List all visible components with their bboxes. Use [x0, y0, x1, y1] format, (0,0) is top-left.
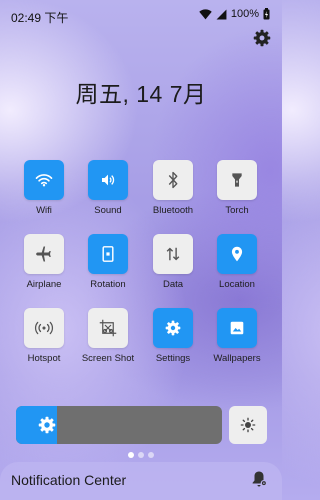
status-icons: 100% [199, 8, 270, 20]
location-toggle-button[interactable] [217, 234, 257, 274]
rotation-icon [102, 246, 114, 262]
screenshot-button[interactable] [88, 308, 128, 348]
tile-label: Wallpapers [213, 353, 261, 364]
tile-rotation[interactable]: Rotation [76, 234, 140, 290]
hotspot-icon [34, 321, 54, 335]
screenshot-icon [99, 319, 117, 337]
gear-icon [253, 29, 271, 47]
tile-label: Screen Shot [81, 353, 135, 364]
tile-label: Sound [94, 205, 122, 216]
tile-label: Bluetooth [152, 205, 194, 216]
wallpaper-icon [230, 321, 244, 335]
data-toggle-button[interactable] [153, 234, 193, 274]
airplane-icon [36, 246, 51, 262]
settings-button[interactable] [153, 308, 193, 348]
hotspot-toggle-button[interactable] [24, 308, 64, 348]
tile-data[interactable]: Data [141, 234, 205, 290]
tile-label: Settings [155, 353, 191, 364]
wifi-icon [199, 8, 212, 20]
flashlight-icon [232, 173, 242, 187]
tile-label: Rotation [90, 279, 126, 290]
brightness-icon [38, 416, 56, 434]
volume-icon [102, 174, 115, 186]
notification-settings-icon[interactable] [250, 470, 268, 488]
tile-bluetooth[interactable]: Bluetooth [141, 160, 205, 216]
tile-torch[interactable]: Torch [205, 160, 269, 216]
tile-label: Hotspot [27, 353, 61, 364]
page-dot[interactable] [128, 452, 134, 458]
data-arrows-icon [166, 247, 180, 261]
tile-airplane[interactable]: Airplane [12, 234, 76, 290]
signal-icon [216, 9, 227, 20]
date-text: 周五, 14 7月 [75, 81, 207, 107]
torch-toggle-button[interactable] [217, 160, 257, 200]
wifi-icon [35, 174, 53, 187]
tile-screenshot[interactable]: Screen Shot [76, 308, 140, 364]
page-dot[interactable] [148, 452, 154, 458]
page-dot[interactable] [138, 452, 144, 458]
brightness-slider[interactable] [16, 406, 222, 444]
tile-settings[interactable]: Settings [141, 308, 205, 364]
page-indicator [0, 452, 282, 458]
airplane-toggle-button[interactable] [24, 234, 64, 274]
tile-label: Wifi [36, 205, 52, 216]
wifi-toggle-button[interactable] [24, 160, 64, 200]
status-time: 02:49 下午 [11, 11, 69, 25]
notification-center-bar[interactable]: Notification Center [0, 462, 282, 500]
settings-gear-button[interactable] [253, 29, 271, 47]
tile-location[interactable]: Location [205, 234, 269, 290]
tile-wallpapers[interactable]: Wallpapers [205, 308, 269, 364]
auto-brightness-button[interactable] [229, 406, 267, 444]
auto-brightness-icon [240, 417, 256, 433]
tile-label: Torch [225, 205, 249, 216]
battery-icon [263, 8, 270, 20]
battery-percent: 100% [230, 8, 259, 20]
bluetooth-toggle-button[interactable] [153, 160, 193, 200]
tile-wifi[interactable]: Wifi [12, 160, 76, 216]
tile-hotspot[interactable]: Hotspot [12, 308, 76, 364]
bluetooth-icon [168, 171, 178, 189]
rotation-toggle-button[interactable] [88, 234, 128, 274]
tile-sound[interactable]: Sound [76, 160, 140, 216]
wallpapers-button[interactable] [217, 308, 257, 348]
status-bar: 02:49 下午 100% [0, 0, 282, 30]
gear-icon [165, 320, 181, 336]
tile-label: Location [219, 279, 255, 290]
tile-label: Data [162, 279, 184, 290]
tile-label: Airplane [26, 279, 62, 290]
notification-center-label: Notification Center [11, 472, 127, 488]
location-pin-icon [231, 246, 243, 262]
sound-toggle-button[interactable] [88, 160, 128, 200]
